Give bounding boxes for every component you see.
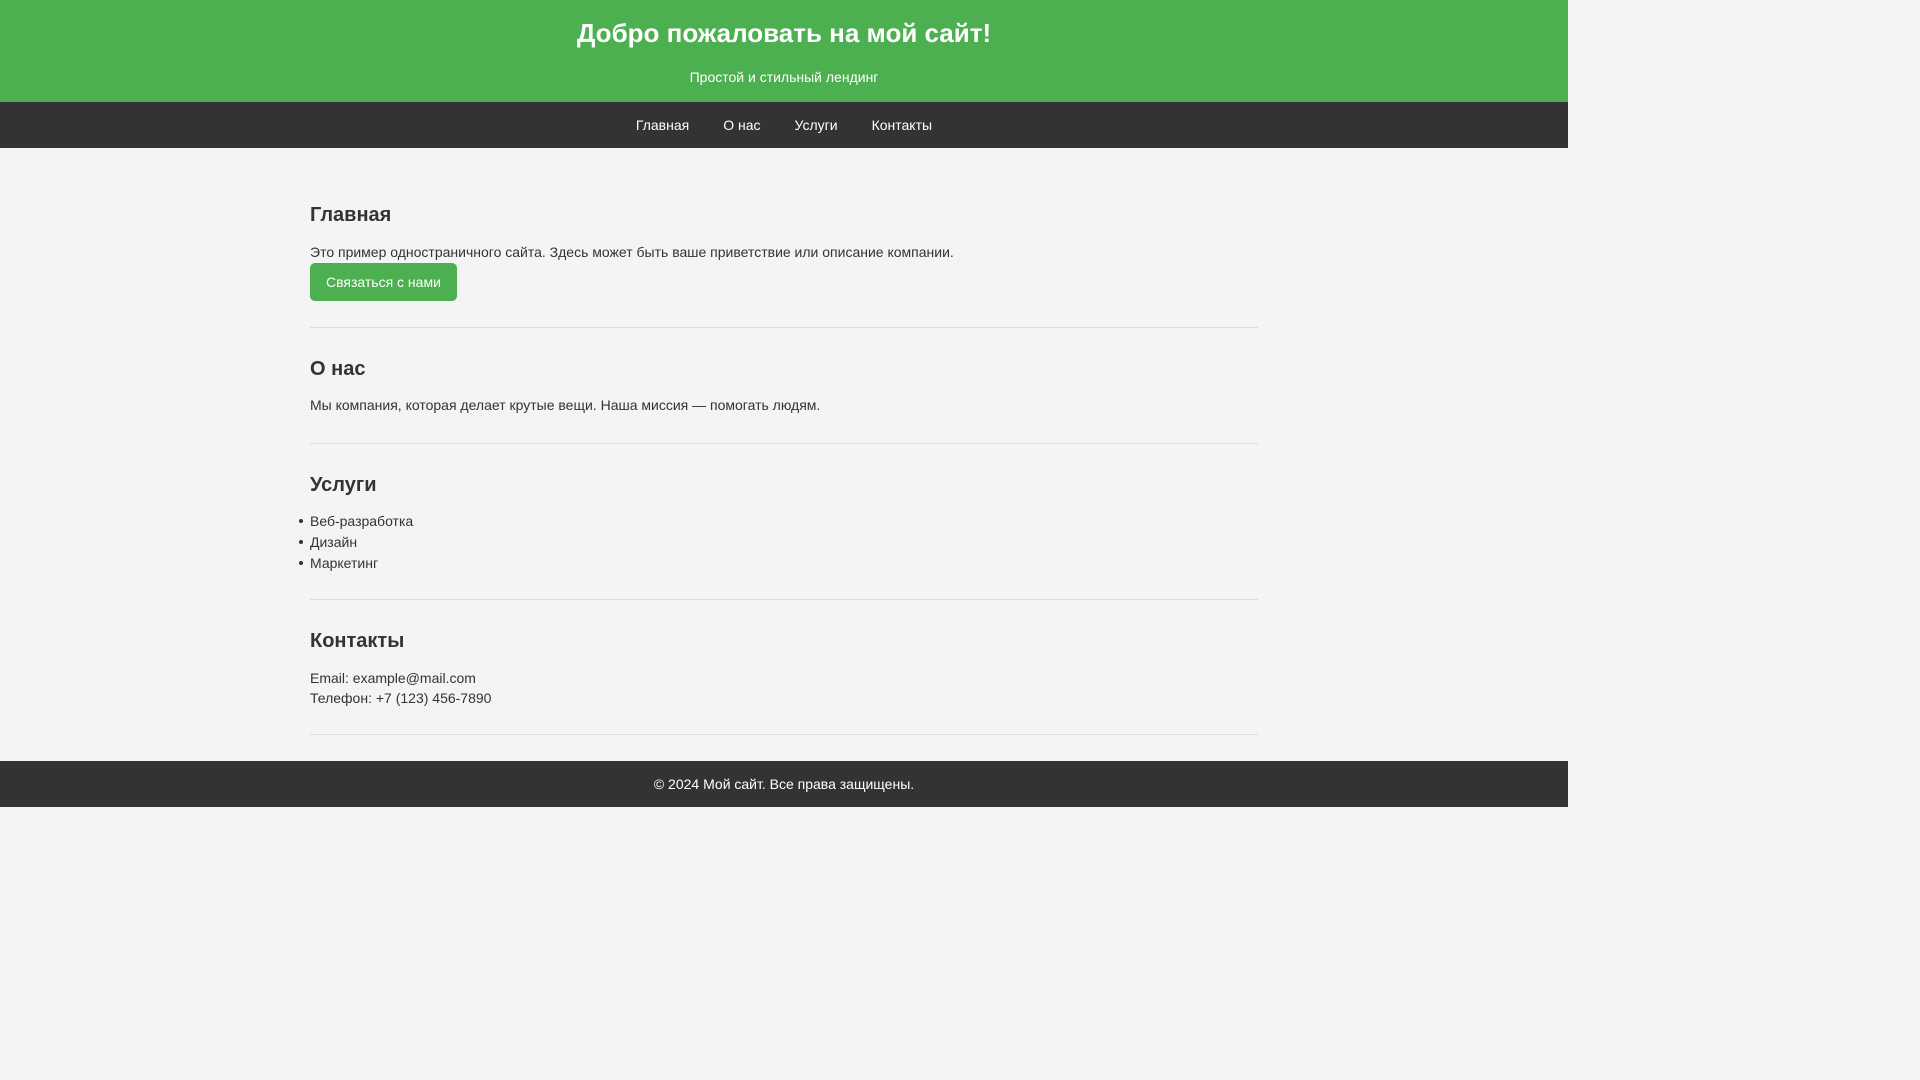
site-tagline: Простой и стильный лендинг [689,69,879,85]
service-item-web-development: Веб-разработка [299,511,1258,532]
nav-link-contacts[interactable]: Контакты [872,102,932,148]
nav-link-home[interactable]: Главная [636,102,689,148]
site-title: Добро пожаловать на мой сайт! [576,18,992,48]
service-item-marketing: Маркетинг [299,553,1258,574]
section-about-title: О нас [310,358,366,380]
contact-email: Email: example@mail.com [310,670,476,686]
main-content: Главная Это пример одностраничного сайта… [299,148,1258,735]
site-footer: © 2024 Мой сайт. Все права защищены. [0,761,1568,807]
site-header: Добро пожаловать на мой сайт! Простой и … [0,0,1568,102]
nav-link-services[interactable]: Услуги [795,102,838,148]
section-contacts: Контакты Email: example@mail.com Телефон… [310,600,1258,735]
section-home: Главная Это пример одностраничного сайта… [310,182,1258,328]
section-about: О нас Мы компания, которая делает крутые… [310,328,1258,444]
contact-us-button[interactable]: Связаться с нами [310,263,457,301]
section-home-text: Это пример одностраничного сайта. Здесь … [310,244,954,260]
section-services-title: Услуги [310,474,377,496]
section-home-title: Главная [310,204,392,226]
main-nav: Главная О нас Услуги Контакты [0,102,1568,148]
footer-copyright: © 2024 Мой сайт. Все права защищены. [653,776,915,792]
nav-link-about[interactable]: О нас [723,102,760,148]
section-contacts-title: Контакты [310,630,405,652]
section-services: Услуги Веб-разработка Дизайн Маркетинг [299,444,1258,600]
service-item-design: Дизайн [299,532,1258,553]
contact-phone: Телефон: +7 (123) 456-7890 [310,690,492,706]
services-list: Веб-разработка Дизайн Маркетинг [299,511,1258,574]
section-about-text: Мы компания, которая делает крутые вещи.… [310,397,821,413]
